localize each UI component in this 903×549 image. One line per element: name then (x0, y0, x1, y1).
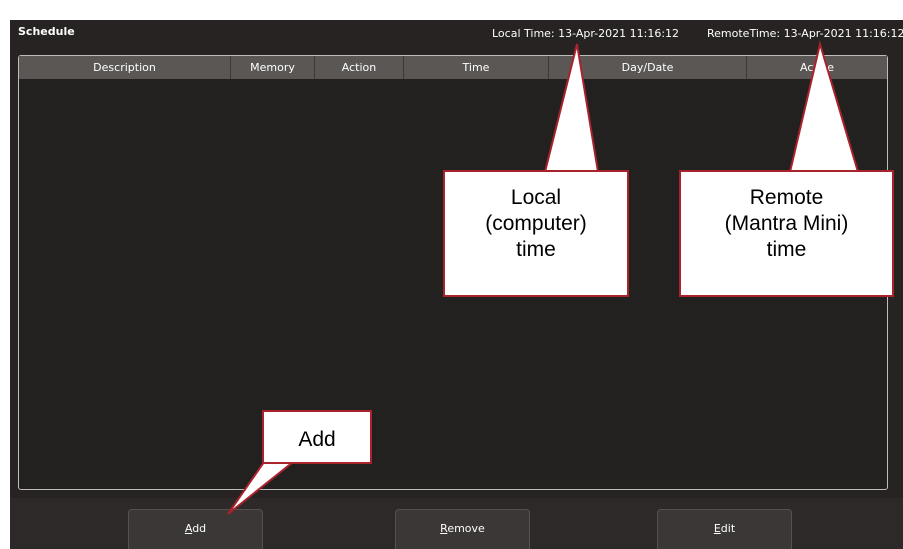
add-button[interactable]: Add (128, 509, 263, 549)
remote-callout-line-2: (Mantra Mini) (724, 212, 849, 235)
column-header-day-date[interactable]: Day/Date (549, 56, 747, 79)
local-time-callout: Local (computer) time (443, 170, 629, 297)
table-header: Description Memory Action Time Day/Date … (19, 56, 887, 79)
local-callout-line-3: time (516, 238, 556, 261)
column-header-memory[interactable]: Memory (231, 56, 315, 79)
local-callout-line-2: (computer) (485, 212, 587, 235)
button-bar: Add Remove Edit (10, 498, 903, 549)
edit-accelerator: E (713, 522, 721, 535)
column-header-action[interactable]: Action (315, 56, 404, 79)
local-time-readout: Local Time: 13-Apr-2021 11:16:12 (492, 27, 680, 40)
remove-label: emove (447, 522, 485, 535)
column-header-description[interactable]: Description (19, 56, 231, 79)
remote-time-callout: Remote (Mantra Mini) time (679, 170, 894, 297)
column-header-time[interactable]: Time (404, 56, 549, 79)
remove-button[interactable]: Remove (395, 509, 530, 549)
remote-callout-line-3: time (766, 238, 807, 261)
remote-time-readout: RemoteTime: 13-Apr-2021 11:16:12 (707, 27, 903, 40)
edit-label: dit (720, 522, 736, 535)
column-header-active[interactable]: Active (747, 56, 887, 79)
remote-callout-line-1: Remote (749, 186, 824, 209)
add-callout: Add (262, 410, 372, 464)
local-callout-line-1: Local (510, 186, 562, 209)
edit-button[interactable]: Edit (657, 509, 792, 549)
add-label: dd (192, 522, 207, 535)
panel-title: Schedule (18, 25, 75, 38)
